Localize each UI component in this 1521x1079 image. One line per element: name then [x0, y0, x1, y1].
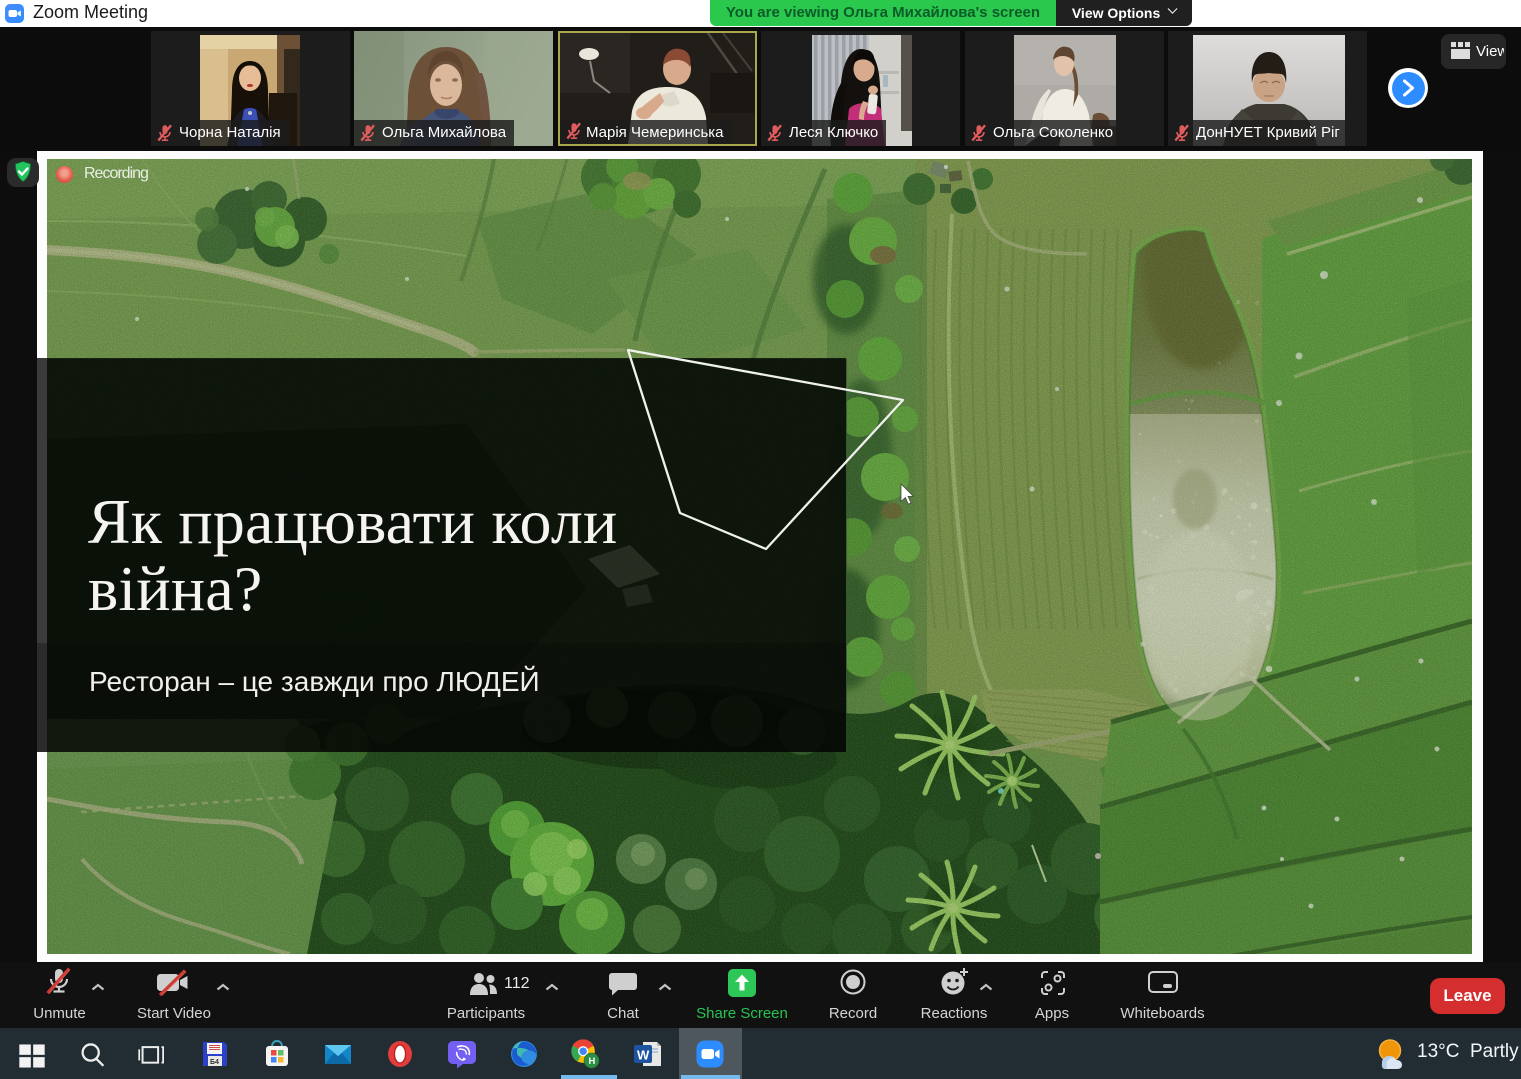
svg-text:H: H — [588, 1056, 595, 1066]
svg-text:View: View — [1476, 43, 1504, 60]
svg-text:W: W — [637, 1048, 650, 1063]
svg-text:Б4: Б4 — [210, 1059, 219, 1066]
